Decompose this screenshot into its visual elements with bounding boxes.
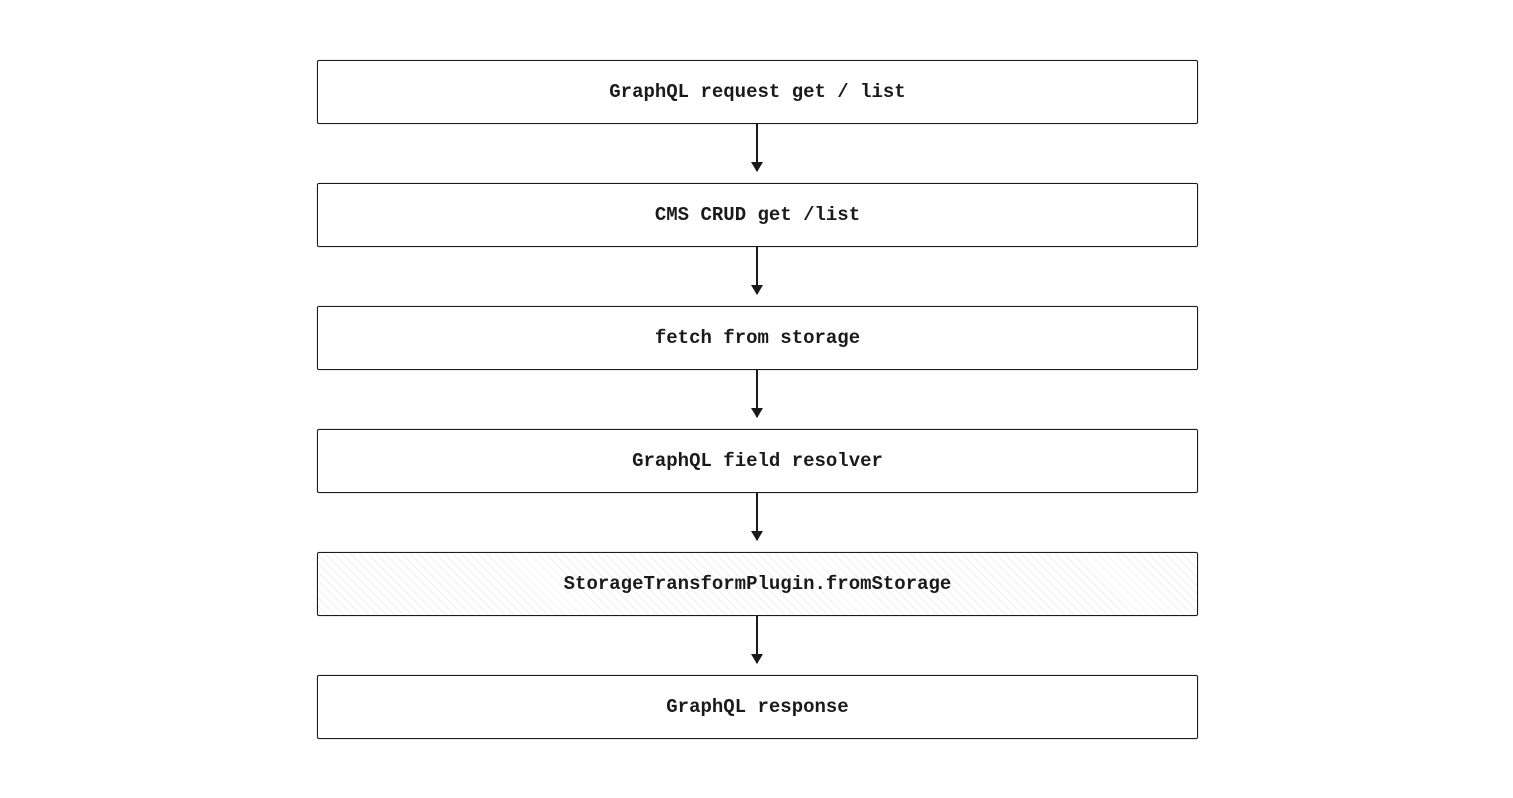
node-label: CMS CRUD get /list — [655, 204, 860, 226]
node-graphql-request: GraphQL request get / list — [317, 60, 1198, 124]
node-label: GraphQL request get / list — [609, 81, 905, 103]
node-label: GraphQL field resolver — [632, 450, 883, 472]
arrow-down-icon — [756, 123, 758, 171]
flow-diagram: GraphQL request get / list CMS CRUD get … — [0, 0, 1513, 798]
node-from-storage: StorageTransformPlugin.fromStorage — [317, 552, 1198, 616]
arrow-down-icon — [756, 369, 758, 417]
node-label: fetch from storage — [655, 327, 860, 349]
node-field-resolver: GraphQL field resolver — [317, 429, 1198, 493]
node-fetch-storage: fetch from storage — [317, 306, 1198, 370]
node-label: StorageTransformPlugin.fromStorage — [564, 573, 952, 595]
node-cms-crud: CMS CRUD get /list — [317, 183, 1198, 247]
arrow-down-icon — [756, 246, 758, 294]
arrow-down-icon — [756, 492, 758, 540]
arrow-down-icon — [756, 615, 758, 663]
node-graphql-response: GraphQL response — [317, 675, 1198, 739]
node-label: GraphQL response — [666, 696, 848, 718]
